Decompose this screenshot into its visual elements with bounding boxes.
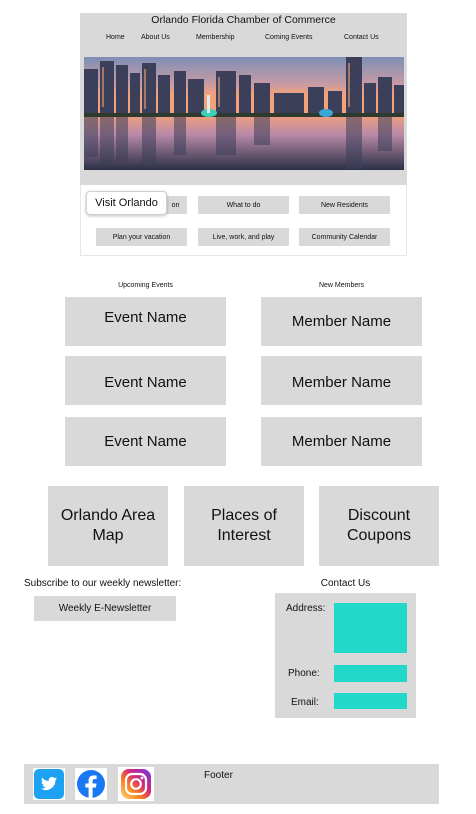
hero-skyline-image	[84, 57, 404, 170]
nav-contact-us[interactable]: Contact Us	[344, 34, 379, 41]
event-card-2[interactable]: Event Name	[65, 356, 226, 405]
members-heading: New Members	[318, 282, 365, 289]
nav-coming-events[interactable]: Coming Events	[265, 34, 312, 41]
instagram-icon[interactable]	[118, 767, 154, 801]
weekly-newsletter-button[interactable]: Weekly E-Newsletter	[34, 596, 176, 621]
nav-about-us[interactable]: About Us	[141, 34, 170, 41]
facebook-icon[interactable]	[75, 768, 107, 800]
twitter-icon[interactable]	[33, 768, 65, 800]
orlando-area-map-tile[interactable]: Orlando Area Map	[48, 486, 168, 566]
address-field[interactable]	[334, 603, 407, 653]
quick-link-live-work-play[interactable]: Live, work, and play	[198, 228, 289, 246]
quick-link-what-to-do[interactable]: What to do	[198, 196, 289, 214]
address-label: Address:	[286, 603, 326, 614]
member-card-3[interactable]: Member Name	[261, 417, 422, 466]
events-heading: Upcoming Events	[118, 282, 173, 289]
newsletter-heading: Subscribe to our weekly newsletter:	[24, 578, 182, 589]
places-of-interest-tile[interactable]: Places of Interest	[184, 486, 304, 566]
nav-membership[interactable]: Membership	[196, 34, 235, 41]
quick-link-community-calendar[interactable]: Community Calendar	[299, 228, 390, 246]
phone-label: Phone:	[288, 668, 320, 679]
member-card-1[interactable]: Member Name	[261, 297, 422, 346]
event-card-1[interactable]: Event Name	[65, 297, 226, 346]
quick-link-new-residents[interactable]: New Residents	[299, 196, 390, 214]
email-label: Email:	[291, 697, 319, 708]
quick-link-plan-vacation[interactable]: Plan your vacation	[96, 228, 187, 246]
member-card-2[interactable]: Member Name	[261, 356, 422, 405]
site-title: Orlando Florida Chamber of Commerce	[151, 14, 336, 26]
visit-orlando-tooltip: Visit Orlando	[86, 191, 167, 215]
contact-heading: Contact Us	[320, 578, 371, 589]
discount-coupons-tile[interactable]: Discount Coupons	[319, 486, 439, 566]
nav-home[interactable]: Home	[106, 34, 125, 41]
footer-label: Footer	[204, 770, 233, 781]
event-card-3[interactable]: Event Name	[65, 417, 226, 466]
phone-field[interactable]	[334, 665, 407, 682]
email-field[interactable]	[334, 693, 407, 709]
